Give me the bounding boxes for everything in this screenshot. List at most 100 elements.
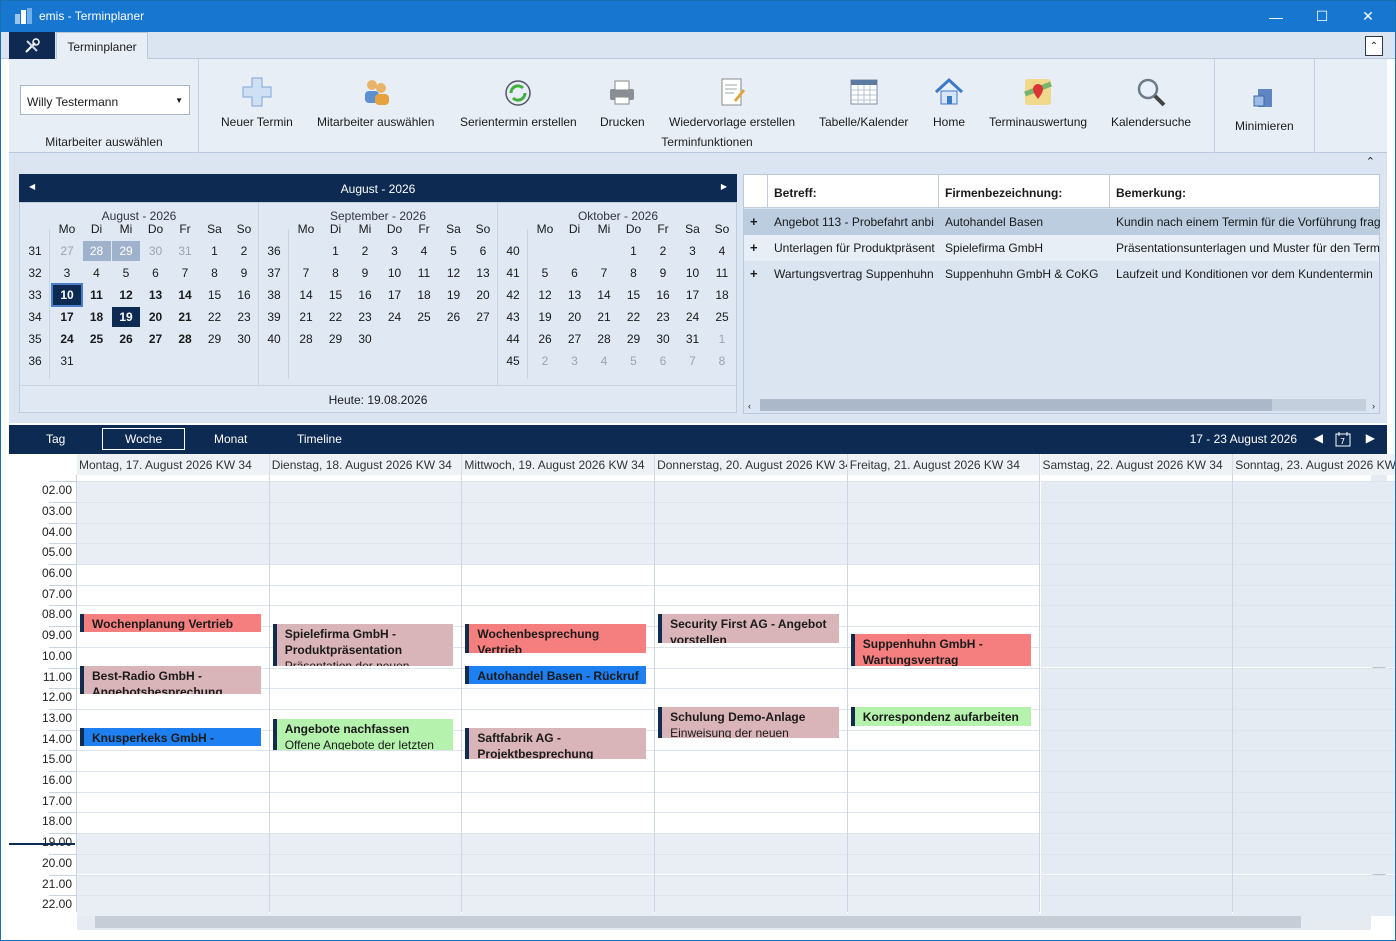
time-slot[interactable] (1233, 481, 1395, 502)
time-slot[interactable] (847, 564, 1040, 585)
calendar-day[interactable]: 26 (440, 307, 468, 327)
calendar-day[interactable]: 24 (679, 307, 707, 327)
calendar-day[interactable]: 5 (112, 263, 140, 283)
time-slot[interactable] (847, 667, 1040, 689)
time-slot[interactable] (1040, 501, 1233, 523)
week-number[interactable]: 36 (261, 241, 287, 261)
week-number[interactable]: 44 (500, 329, 526, 349)
calendar-day[interactable]: 21 (171, 307, 199, 327)
calendar-day[interactable]: 13 (469, 263, 497, 283)
calendar-day[interactable]: 12 (531, 285, 559, 305)
time-slot[interactable] (462, 605, 655, 627)
time-slot[interactable] (462, 584, 655, 606)
time-slot[interactable] (655, 646, 847, 668)
time-slot[interactable] (462, 708, 655, 730)
calendar-day[interactable]: 26 (531, 329, 559, 349)
calendar-day[interactable]: 30 (351, 329, 379, 349)
time-slot[interactable] (269, 812, 462, 834)
time-slot[interactable] (655, 501, 847, 523)
calendar-day[interactable]: 25 (410, 307, 438, 327)
calendar-day[interactable]: 7 (292, 263, 320, 283)
time-slot[interactable] (462, 833, 655, 854)
week-number[interactable]: 45 (500, 351, 526, 371)
time-slot[interactable] (1233, 833, 1395, 854)
calendar-day[interactable]: 18 (410, 285, 438, 305)
prev-week-icon[interactable]: ◀ (1314, 431, 1323, 445)
time-slot[interactable] (1040, 605, 1233, 627)
time-slot[interactable] (847, 688, 1040, 709)
time-slot[interactable] (1040, 584, 1233, 606)
calendar-day[interactable]: 14 (292, 285, 320, 305)
appointment[interactable]: Korrespondenz aufarbeiten (850, 706, 1032, 726)
time-slot[interactable] (77, 791, 269, 813)
time-slot[interactable] (462, 543, 655, 564)
calendar-day[interactable]: 1 (201, 241, 229, 261)
time-slot[interactable] (655, 771, 847, 792)
calendar-day[interactable]: 15 (620, 285, 648, 305)
day-column[interactable] (269, 475, 463, 916)
tab-day[interactable]: Tag (46, 432, 65, 446)
grid-header-company[interactable]: Firmenbezeichnung: (939, 175, 1110, 208)
week-number[interactable]: 41 (500, 263, 526, 283)
week-number[interactable]: 32 (22, 263, 48, 283)
time-slot[interactable] (1040, 626, 1233, 647)
create-followup-button[interactable]: Wiedervorlage erstellen (669, 75, 795, 129)
calendar-day[interactable]: 14 (590, 285, 618, 305)
time-slot[interactable] (269, 605, 462, 627)
time-slot[interactable] (847, 584, 1040, 606)
appointment[interactable]: Saftfabrik AG - Projektbesprechung Abfül… (465, 727, 647, 759)
calendar-day[interactable]: 10 (679, 263, 707, 283)
calendar-day[interactable]: 21 (590, 307, 618, 327)
week-number[interactable]: 38 (261, 285, 287, 305)
time-slot[interactable] (847, 543, 1040, 564)
day-header[interactable]: Sonntag, 23. August 2026 KW 34 (1233, 454, 1395, 475)
calendar-day[interactable]: 15 (322, 285, 350, 305)
create-series-button[interactable]: Serientermin erstellen (460, 75, 577, 129)
time-slot[interactable] (1233, 708, 1395, 730)
time-slot[interactable] (1040, 874, 1233, 896)
calendar-day[interactable]: 5 (620, 351, 648, 371)
time-slot[interactable] (847, 833, 1040, 854)
appointment[interactable]: Suppenhuhn GmbH - Wartungsvertrag (850, 634, 1032, 666)
time-slot[interactable] (1233, 646, 1395, 668)
time-slot[interactable] (1233, 501, 1395, 523)
calendar-day[interactable]: 28 (82, 241, 111, 261)
time-slot[interactable] (1233, 522, 1395, 544)
time-slot[interactable] (462, 791, 655, 813)
appointment[interactable]: Autohandel Basen - Rückruf (465, 665, 647, 685)
calendar-day[interactable]: 22 (620, 307, 648, 327)
calendar-day[interactable]: 24 (381, 307, 409, 327)
time-slot[interactable] (655, 895, 847, 916)
appointment[interactable]: Best-Radio GmbH - Angebotsbesprechung (80, 665, 261, 695)
time-slot[interactable] (655, 584, 847, 606)
time-slot[interactable] (655, 750, 847, 771)
time-slot[interactable] (269, 750, 462, 771)
time-slot[interactable] (655, 667, 847, 689)
calendar-day[interactable]: 13 (561, 285, 589, 305)
grid-horizontal-scrollbar[interactable] (760, 399, 1366, 411)
appointment[interactable]: Schulung Demo-Anlage Einweisung der neuen (658, 706, 839, 738)
calendar-day[interactable]: 27 (561, 329, 589, 349)
time-slot[interactable] (1040, 708, 1233, 730)
calendar-day[interactable]: 20 (142, 307, 170, 327)
calendar-day[interactable]: 23 (351, 307, 379, 327)
time-slot[interactable] (77, 564, 269, 585)
home-button[interactable]: Home (932, 75, 966, 129)
time-slot[interactable] (655, 543, 847, 564)
calendar-day[interactable]: 17 (381, 285, 409, 305)
calendar-day[interactable]: 20 (561, 307, 589, 327)
calendar-day[interactable]: 28 (171, 329, 199, 349)
time-slot[interactable] (77, 708, 269, 730)
calendar-day[interactable]: 2 (531, 351, 559, 371)
calendar-day[interactable]: 29 (322, 329, 350, 349)
calendar-day[interactable]: 6 (142, 263, 170, 283)
time-slot[interactable] (1040, 543, 1233, 564)
calendar-day[interactable]: 7 (171, 263, 199, 283)
calendar-day[interactable]: 23 (230, 307, 258, 327)
calendar-day[interactable]: 6 (469, 241, 497, 261)
print-button[interactable]: Drucken (600, 75, 645, 129)
calendar-day[interactable]: 2 (649, 241, 677, 261)
tab-timeline[interactable]: Timeline (297, 432, 342, 446)
time-slot[interactable] (462, 564, 655, 585)
tab-week[interactable]: Woche (102, 428, 186, 450)
